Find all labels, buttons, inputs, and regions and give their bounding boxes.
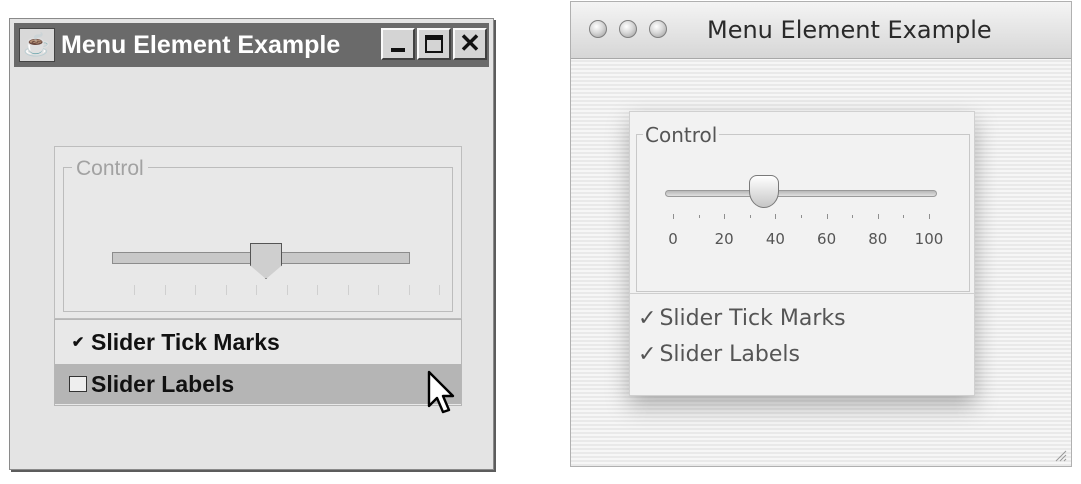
slider-tick-label: 60 [817, 230, 837, 248]
control-panel: Control [54, 146, 462, 319]
mac-window: Menu Element Example Control 0 20 40 60 80 10… [570, 1, 1072, 467]
slider-tick [195, 285, 196, 295]
control-group-label: Control [643, 123, 720, 147]
slider-tick [775, 214, 777, 219]
slider-tick [724, 214, 726, 219]
slider-tick-label: 100 [914, 230, 944, 248]
slider-tick [903, 215, 905, 218]
menu-item-label: Slider Labels [91, 370, 235, 397]
checkmark-icon: ✓ [638, 342, 657, 367]
slider-tick [164, 285, 166, 295]
slider-tick [317, 285, 318, 295]
windows-window: ☕ Menu Element Example ✕ Control ✔ Slide… [9, 18, 494, 470]
windows-window-title: Menu Element Example [61, 30, 341, 59]
slider-tick [286, 285, 288, 295]
menu-separator [630, 293, 974, 294]
mouse-pointer-icon [427, 370, 455, 414]
mac-zoom-icon[interactable] [649, 20, 667, 38]
mac-minimize-icon[interactable] [619, 20, 637, 38]
menu-item-slider-labels[interactable]: ✓ Slider Labels [638, 342, 800, 367]
slider-tick [673, 214, 674, 219]
slider-tick [826, 214, 828, 219]
windows-titlebar[interactable]: ☕ Menu Element Example ✕ [14, 23, 489, 67]
slider-tick-label: 80 [868, 230, 888, 248]
minimize-button[interactable] [381, 28, 415, 60]
slider-tick-label: 20 [714, 230, 734, 248]
menu-item-label: Slider Tick Marks [659, 306, 846, 331]
slider-tick [347, 285, 349, 295]
checkbox-unchecked-icon [69, 376, 87, 392]
menu-item-slider-labels[interactable]: Slider Labels [55, 364, 461, 404]
slider-tick-label: 40 [765, 230, 785, 248]
checkmark-icon: ✓ [638, 306, 657, 331]
slider-thumb[interactable] [250, 243, 282, 279]
popup-menu: ✔ Slider Tick Marks Slider Labels [54, 319, 462, 406]
window-controls: ✕ [381, 28, 487, 60]
slider-tick [698, 215, 700, 218]
slider-thumb[interactable] [749, 175, 779, 208]
slider-tick [801, 215, 802, 218]
control-group: Control 0 20 40 60 80 100 [636, 123, 970, 292]
slider-tick [439, 285, 440, 295]
slider-tick [877, 214, 879, 219]
mac-window-title: Menu Element Example [707, 16, 992, 44]
slider-tick [749, 215, 751, 218]
mac-titlebar[interactable]: Menu Element Example [571, 2, 1071, 59]
menu-item-slider-tick-marks[interactable]: ✔ Slider Tick Marks [55, 322, 461, 362]
menu-item-slider-tick-marks[interactable]: ✓ Slider Tick Marks [638, 306, 846, 331]
control-group: Control [63, 157, 453, 312]
slider-tick [408, 285, 410, 295]
checkbox-checked-icon: ✔ [71, 333, 85, 351]
menu-item-label: Slider Labels [659, 342, 800, 367]
menu-item-label: Slider Tick Marks [91, 328, 280, 355]
control-group-label: Control [72, 157, 148, 181]
slider-tick [378, 285, 379, 295]
slider-tick [134, 285, 135, 295]
slider-tick [256, 285, 257, 295]
resize-grip-icon[interactable] [1053, 448, 1067, 462]
java-cup-icon[interactable]: ☕ [19, 28, 55, 62]
close-button[interactable]: ✕ [453, 28, 487, 60]
slider-tick [225, 285, 227, 295]
slider-tick-label: 0 [668, 230, 678, 248]
slider-tick [852, 215, 854, 218]
slider-tick [929, 214, 930, 219]
slider-track[interactable] [665, 190, 937, 197]
control-panel: Control 0 20 40 60 80 100 ✓ Slider Tick Marks … [629, 111, 975, 396]
maximize-button[interactable] [417, 28, 451, 60]
mac-close-icon[interactable] [589, 20, 607, 38]
